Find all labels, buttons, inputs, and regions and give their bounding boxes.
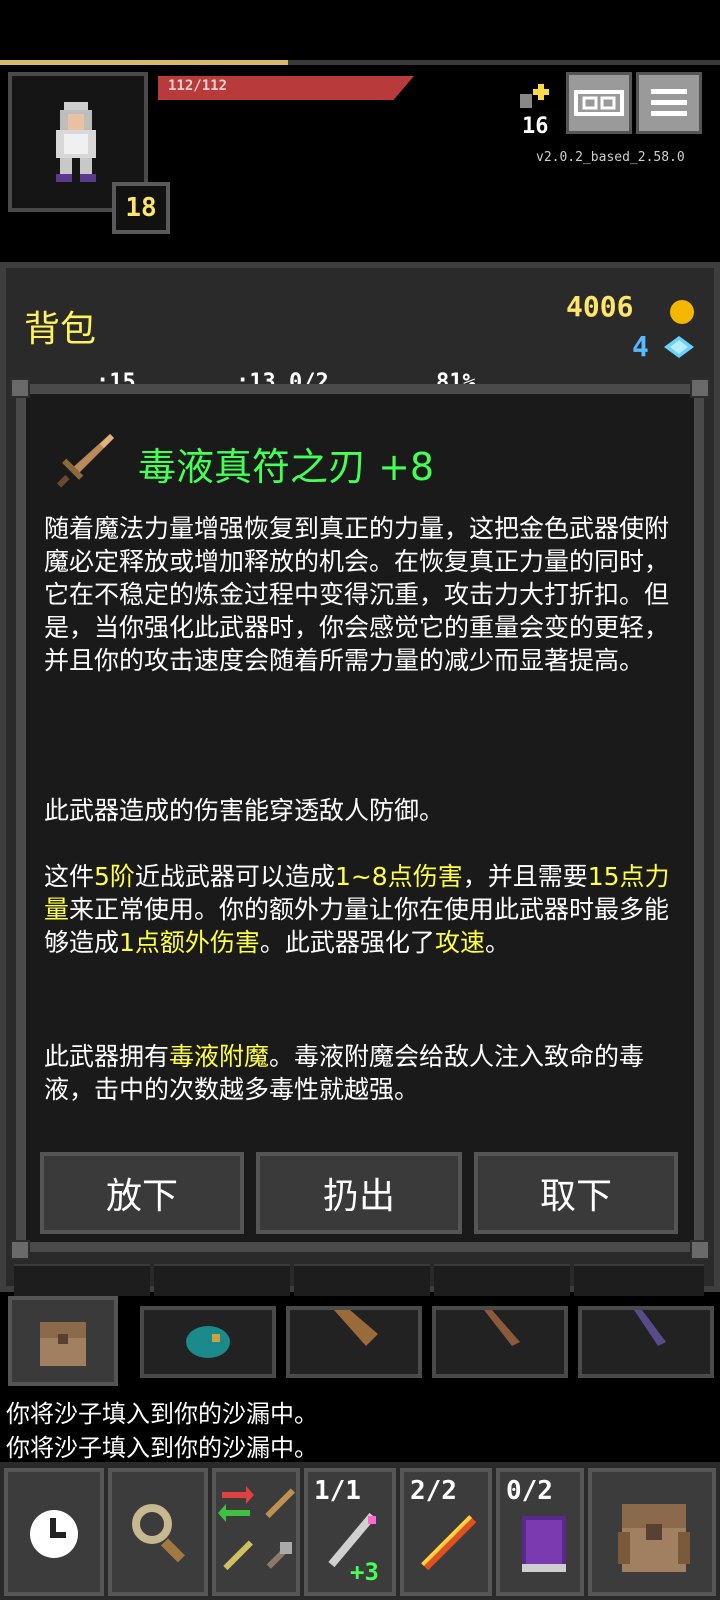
bag-tab[interactable] (286, 1306, 422, 1378)
upgrade-arrow-icon[interactable] (520, 80, 554, 110)
drop-button[interactable]: 放下 (40, 1152, 244, 1234)
dialog-corner (690, 1240, 710, 1260)
hammer-icon (266, 1542, 292, 1569)
quickslot-staff[interactable]: 2/2 (400, 1468, 492, 1596)
energy-crystal-count: 4 (632, 330, 649, 363)
quickslot-charges: 0/2 (506, 1476, 553, 1506)
spellbook-icon (522, 1516, 566, 1572)
journal-icon (574, 90, 624, 116)
staff-icon (265, 1488, 295, 1519)
energy-crystal-icon (664, 336, 694, 358)
inventory-button[interactable] (588, 1468, 716, 1596)
backpack-slot[interactable] (14, 1264, 150, 1296)
magnifier-icon (132, 1504, 185, 1563)
backpack-slot[interactable] (154, 1264, 290, 1296)
dialog-corner (10, 378, 30, 398)
upgrade-count: 16 (522, 114, 549, 139)
swap-arrows-icon (218, 1486, 254, 1522)
version-label: v2.0.2_based_2.58.0 (536, 150, 685, 165)
sword-icon (56, 434, 114, 488)
quickslot-charges: 2/2 (410, 1476, 457, 1506)
item-armor-piercing-note: 此武器造成的伤害能穿透敌人防御。 (44, 796, 445, 825)
item-damage: 1~8点伤害 (334, 862, 463, 891)
item-extra-damage: 1点额外伤害 (119, 928, 260, 957)
gold-coin-icon (670, 300, 694, 324)
hero-sprite-icon (56, 102, 96, 182)
backpack-icon (40, 1322, 86, 1366)
dialog-corner (10, 1240, 30, 1260)
hero-level-badge: 18 (112, 182, 170, 234)
quickslot-swap-panel[interactable] (212, 1468, 300, 1596)
journal-button[interactable] (566, 72, 632, 134)
wait-button[interactable] (4, 1468, 104, 1596)
throw-button[interactable]: 扔出 (256, 1152, 462, 1234)
wand-holster-icon (484, 1310, 520, 1346)
search-button[interactable] (108, 1468, 208, 1596)
scroll-holder-icon (334, 1310, 378, 1346)
backpack-slot[interactable] (294, 1264, 430, 1296)
backpack-slot[interactable] (574, 1264, 704, 1296)
experience-bar (0, 60, 288, 65)
backpack-tab[interactable] (8, 1296, 118, 1386)
game-log-line: 你将沙子填入到你的沙漏中。 (6, 1434, 318, 1462)
item-tier: 5阶 (94, 862, 135, 891)
fire-wand-icon (421, 1515, 477, 1571)
clock-icon (30, 1510, 78, 1558)
quickslot-upgrade-bonus: +3 (350, 1558, 379, 1586)
bag-tab[interactable] (432, 1306, 568, 1378)
experience-track (288, 60, 720, 65)
quickslot-wand[interactable]: 1/1 +3 (304, 1468, 396, 1596)
seed-pouch-icon (186, 1326, 230, 1358)
health-text: 112/112 (168, 78, 228, 94)
item-stats-text: 这件5阶近战武器可以造成1~8点伤害，并且需要15点力量来正常使用。你的额外力量… (44, 862, 670, 957)
dialog-corner (690, 378, 710, 398)
backpack-slot[interactable] (434, 1264, 570, 1296)
quickslot-charges: 1/1 (314, 1476, 361, 1506)
menu-button[interactable] (636, 72, 702, 134)
hamburger-menu-icon (651, 89, 687, 116)
bag-tab[interactable] (578, 1306, 714, 1378)
quickslot-spellbook[interactable]: 0/2 (496, 1468, 584, 1596)
dagger-icon (223, 1540, 253, 1571)
item-enchantment-name: 毒液附魔 (169, 1042, 270, 1071)
item-name: 毒液真符之刃 +8 (138, 445, 435, 489)
backpack-title: 背包 (24, 309, 97, 350)
potion-belt-icon (634, 1310, 666, 1346)
bag-tab[interactable] (140, 1306, 276, 1378)
item-description: 随着魔法力量增强恢复到真正的力量，这把金色武器使附魔必定释放或增加释放的机会。在… (44, 514, 670, 675)
game-log-line: 你将沙子填入到你的沙漏中。 (6, 1400, 318, 1428)
backpack-icon (618, 1504, 690, 1572)
gold-count: 4006 (566, 290, 634, 323)
item-enchantment-text: 此武器拥有毒液附魔。毒液附魔会给敌人注入致命的毒液，击中的次数越多毒性就越强。 (44, 1042, 645, 1104)
item-speed-buff: 攻速 (434, 928, 485, 957)
unequip-button[interactable]: 取下 (474, 1152, 678, 1234)
